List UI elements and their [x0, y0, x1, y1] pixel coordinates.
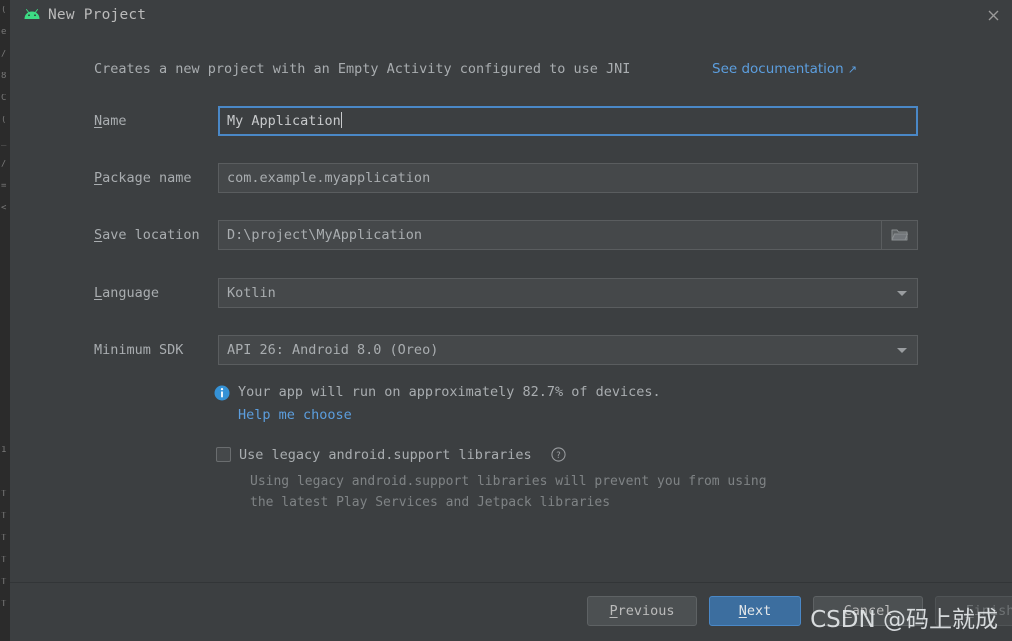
- next-button[interactable]: Next: [709, 596, 801, 626]
- backdrop-glyph: (: [1, 116, 7, 124]
- backdrop-glyph: =: [1, 182, 7, 190]
- cancel-button[interactable]: Cancel: [813, 596, 923, 626]
- svg-text:?: ?: [556, 450, 560, 460]
- see-documentation-label: See documentation: [712, 61, 844, 77]
- previous-button[interactable]: Previous: [587, 596, 697, 626]
- legacy-libraries-checkbox[interactable]: [216, 447, 231, 462]
- legacy-libraries-section: Use legacy android.support libraries ? U…: [10, 445, 1012, 525]
- backdrop-glyph: T: [1, 490, 7, 498]
- info-circle-icon: [214, 385, 230, 401]
- description-row: Creates a new project with an Empty Acti…: [94, 58, 974, 80]
- dialog-title: New Project: [48, 7, 147, 23]
- backdrop-glyph: 1: [1, 446, 7, 454]
- name-input[interactable]: My Application: [218, 106, 918, 136]
- backdrop-glyph: <: [1, 204, 7, 212]
- field-row-minimum-sdk: Minimum SDK API 26: Android 8.0 (Oreo): [10, 335, 1012, 365]
- backdrop-glyph: _: [1, 138, 7, 146]
- chevron-down-icon: [897, 291, 907, 296]
- name-input-value: My Application: [227, 113, 341, 129]
- folder-icon[interactable]: [882, 220, 918, 250]
- backdrop-glyph: T: [1, 512, 7, 520]
- external-link-icon: ↗: [847, 63, 857, 76]
- backdrop-glyph: T: [1, 600, 7, 608]
- device-coverage-info: Your app will run on approximately 82.7%…: [10, 382, 1012, 432]
- close-icon[interactable]: [980, 3, 1006, 27]
- field-row-language: Language Kotlin: [10, 278, 1012, 308]
- device-coverage-message: Your app will run on approximately 82.7%…: [238, 384, 661, 400]
- save-location-input[interactable]: D:\project\MyApplication: [218, 220, 882, 250]
- android-robot-icon: [24, 9, 40, 19]
- dialog-footer: Previous Next Cancel Finish: [10, 582, 1012, 637]
- backdrop-glyph: /: [1, 160, 7, 168]
- legacy-libraries-label[interactable]: Use legacy android.support libraries: [239, 445, 532, 465]
- template-description: Creates a new project with an Empty Acti…: [94, 61, 631, 77]
- label-minimum-sdk: Minimum SDK: [94, 342, 184, 358]
- backdrop-glyph: T: [1, 578, 7, 586]
- language-value: Kotlin: [227, 285, 276, 301]
- legacy-note-line-2: the latest Play Services and Jetpack lib…: [250, 495, 611, 510]
- label-save-location: Save location: [94, 227, 200, 243]
- see-documentation-link[interactable]: See documentation ↗: [712, 58, 857, 81]
- legacy-note-line-1: Using legacy android.support libraries w…: [250, 474, 767, 489]
- field-row-package-name: Package name com.example.myapplication: [10, 163, 1012, 193]
- chevron-down-icon: [897, 348, 907, 353]
- question-circle-icon[interactable]: ?: [551, 447, 566, 462]
- minimum-sdk-dropdown[interactable]: API 26: Android 8.0 (Oreo): [218, 335, 918, 365]
- minimum-sdk-value: API 26: Android 8.0 (Oreo): [227, 342, 439, 358]
- new-project-dialog: New Project Creates a new project with a…: [10, 0, 1012, 637]
- backdrop-glyph: T: [1, 534, 7, 542]
- ide-background-strip: ( e / 8 C ( _ / = <1 T T T T T T: [0, 0, 10, 641]
- backdrop-glyph: (: [1, 6, 7, 14]
- field-row-name: Name My Application: [10, 106, 1012, 136]
- help-me-choose-link[interactable]: Help me choose: [238, 405, 352, 426]
- label-package-name: Package name: [94, 170, 192, 186]
- backdrop-glyph: e: [1, 28, 7, 36]
- backdrop-glyph: /: [1, 50, 7, 58]
- text-caret: [340, 112, 342, 128]
- label-name: Name: [94, 113, 127, 129]
- dialog-titlebar: New Project: [10, 0, 1012, 30]
- label-language: Language: [94, 285, 160, 301]
- package-name-input[interactable]: com.example.myapplication: [218, 163, 918, 193]
- language-dropdown[interactable]: Kotlin: [218, 278, 918, 308]
- backdrop-glyph: 8: [1, 72, 7, 80]
- finish-button: Finish: [935, 596, 1012, 626]
- field-row-save-location: Save location D:\project\MyApplication: [10, 220, 1012, 250]
- dialog-body: Creates a new project with an Empty Acti…: [10, 30, 1012, 582]
- backdrop-glyph: C: [1, 94, 7, 102]
- backdrop-glyph: T: [1, 556, 7, 564]
